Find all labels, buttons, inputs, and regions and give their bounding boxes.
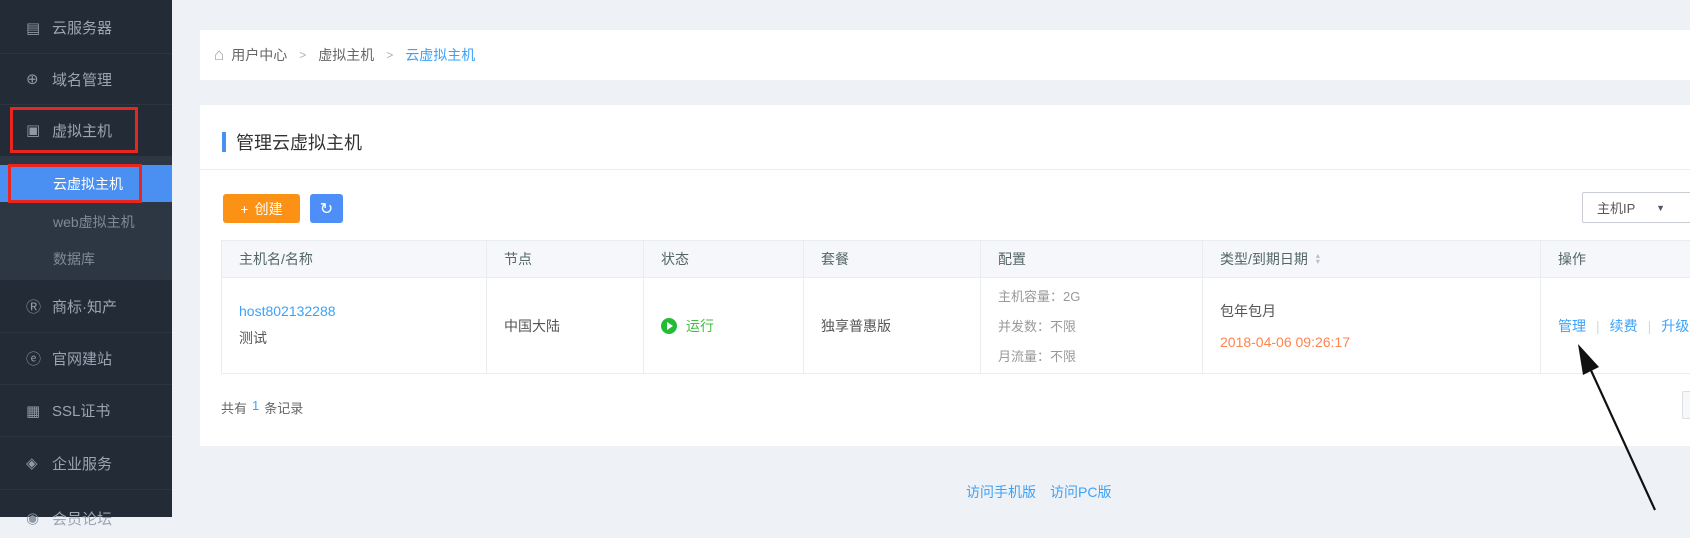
create-button-label: 创建 [255, 199, 283, 219]
breadcrumb-virtual-host[interactable]: 虚拟主机 [318, 45, 374, 65]
title-divider [200, 169, 1690, 170]
header-config: 配置 [981, 241, 1203, 277]
sidebar-item-label: 域名管理 [52, 69, 112, 90]
trademark-icon: Ⓡ [26, 296, 52, 317]
header-node: 节点 [487, 241, 644, 277]
host-ip-filter-select[interactable]: 主机IP ▼ [1582, 192, 1690, 223]
server-icon: ▤ [26, 19, 52, 37]
submenu-item-label: 数据库 [53, 249, 95, 269]
record-count: 1 [252, 398, 259, 417]
sidebar-item-label: 官网建站 [52, 348, 112, 369]
sidebar-item-website-builder[interactable]: ⓔ 官网建站 [0, 333, 172, 384]
cell-host-name: host802132288 测试 [222, 278, 487, 373]
member-icon: ◉ [26, 509, 52, 527]
header-actions: 操作 [1541, 241, 1690, 277]
submenu-item-label: web虚拟主机 [53, 212, 135, 232]
cell-config: 主机容量：2G 并发数：不限 月流量：不限 [981, 278, 1203, 373]
home-icon: ⌂ [214, 45, 224, 65]
breadcrumb-current[interactable]: 云虚拟主机 [405, 45, 475, 65]
config-traffic: 月流量：不限 [998, 346, 1076, 365]
breadcrumb-separator: > [299, 48, 306, 62]
sidebar-item-label: 会员论坛 [52, 508, 112, 529]
breadcrumb: ⌂ 用户中心 > 虚拟主机 > 云虚拟主机 [200, 30, 1690, 80]
manage-link[interactable]: 管理 [1558, 316, 1586, 336]
cell-type-expire: 包年包月 2018-04-06 09:26:17 [1203, 278, 1541, 373]
sidebar-item-label: 云服务器 [52, 17, 112, 38]
visit-pc-link[interactable]: 访问PC版 [1050, 482, 1111, 502]
summary-prefix: 共有 [221, 398, 247, 417]
renew-link[interactable]: 续费 [1610, 316, 1638, 336]
plan-value: 独享普惠版 [821, 316, 891, 336]
cell-plan: 独享普惠版 [804, 278, 981, 373]
submenu-item-cloud-virtual-host[interactable]: 云虚拟主机 [0, 165, 172, 202]
chevron-down-icon: ▼ [1656, 203, 1665, 213]
sidebar-item-member[interactable]: ◉ 会员论坛 [0, 498, 172, 538]
summary-suffix: 条记录 [264, 398, 303, 417]
breadcrumb-user-center[interactable]: 用户中心 [231, 45, 287, 65]
sort-icon[interactable]: ▴▾ [1316, 253, 1320, 265]
plus-icon: + [240, 201, 248, 217]
globe-icon: ⊕ [26, 70, 52, 88]
upgrade-link[interactable]: 升级 [1661, 316, 1689, 336]
config-concurrency: 并发数：不限 [998, 316, 1076, 335]
submenu-item-label: 云虚拟主机 [53, 174, 123, 194]
action-separator: | [1596, 318, 1600, 334]
cell-actions: 管理 | 续费 | 升级 [1541, 278, 1690, 373]
expire-date: 2018-04-06 09:26:17 [1220, 334, 1350, 350]
pagination-button[interactable] [1682, 391, 1690, 419]
submenu-item-database[interactable]: 数据库 [0, 240, 172, 277]
header-type-expire[interactable]: 类型/到期日期 ▴▾ [1203, 241, 1541, 277]
virtual-host-submenu: 云虚拟主机 web虚拟主机 数据库 [0, 156, 172, 280]
sidebar-item-trademark[interactable]: Ⓡ 商标·知产 [0, 281, 172, 332]
host-name-link[interactable]: host802132288 [239, 303, 336, 319]
submenu-item-web-virtual-host[interactable]: web虚拟主机 [0, 203, 172, 240]
header-host-name: 主机名/名称 [222, 241, 487, 277]
header-type-expire-label: 类型/到期日期 [1220, 249, 1308, 269]
refresh-icon: ↻ [320, 201, 333, 218]
virtual-host-icon: ▣ [26, 121, 52, 139]
sidebar-item-label: 商标·知产 [52, 296, 117, 317]
record-summary: 共有 1 条记录 [221, 398, 303, 417]
breadcrumb-separator: > [386, 48, 393, 62]
status-badge: 运行 [686, 316, 714, 336]
table-row: host802132288 测试 中国大陆 运行 独享普惠版 主机容量：2G 并… [222, 278, 1690, 374]
website-icon: ⓔ [26, 348, 52, 369]
sidebar-item-virtual-host[interactable]: ▣ 虚拟主机 [0, 105, 172, 155]
header-plan: 套餐 [804, 241, 981, 277]
node-value: 中国大陆 [504, 316, 560, 336]
sidebar-item-label: SSL证书 [52, 400, 110, 421]
sidebar-item-label: 企业服务 [52, 453, 112, 474]
enterprise-service-icon: ◈ [26, 454, 52, 472]
sidebar-divider [0, 489, 172, 490]
table-header-row: 主机名/名称 节点 状态 套餐 配置 类型/到期日期 ▴▾ 操作 [222, 240, 1690, 278]
cell-status: 运行 [644, 278, 804, 373]
host-alias: 测试 [239, 328, 267, 348]
sidebar-item-label: 虚拟主机 [52, 120, 112, 141]
billing-type: 包年包月 [1220, 301, 1276, 321]
footer: 访问手机版 访问PC版 [966, 482, 1111, 502]
ssl-certificate-icon: ▦ [26, 402, 52, 420]
sidebar-item-domain[interactable]: ⊕ 域名管理 [0, 54, 172, 104]
sidebar-item-enterprise[interactable]: ◈ 企业服务 [0, 437, 172, 489]
page-title: 管理云虚拟主机 [236, 129, 362, 155]
title-accent-bar [222, 132, 226, 152]
refresh-button[interactable]: ↻ [310, 194, 343, 223]
config-capacity: 主机容量：2G [998, 286, 1080, 305]
action-separator: | [1648, 318, 1652, 334]
header-status: 状态 [644, 241, 804, 277]
sidebar-item-cloud-server[interactable]: ▤ 云服务器 [0, 2, 172, 53]
create-button[interactable]: + 创建 [223, 194, 300, 223]
running-status-icon [661, 318, 677, 334]
host-table: 主机名/名称 节点 状态 套餐 配置 类型/到期日期 ▴▾ 操作 host802… [221, 240, 1690, 374]
main-panel: 管理云虚拟主机 + 创建 ↻ 主机IP ▼ 主机名/名称 节点 状态 套餐 配置… [200, 105, 1690, 446]
cell-node: 中国大陆 [487, 278, 644, 373]
filter-selected-value: 主机IP [1597, 198, 1635, 217]
sidebar-item-ssl[interactable]: ▦ SSL证书 [0, 385, 172, 436]
visit-mobile-link[interactable]: 访问手机版 [966, 482, 1036, 502]
sidebar: ▤ 云服务器 ⊕ 域名管理 ▣ 虚拟主机 云虚拟主机 web虚拟主机 数据库 Ⓡ… [0, 0, 172, 517]
page-title-row: 管理云虚拟主机 [200, 105, 1690, 155]
